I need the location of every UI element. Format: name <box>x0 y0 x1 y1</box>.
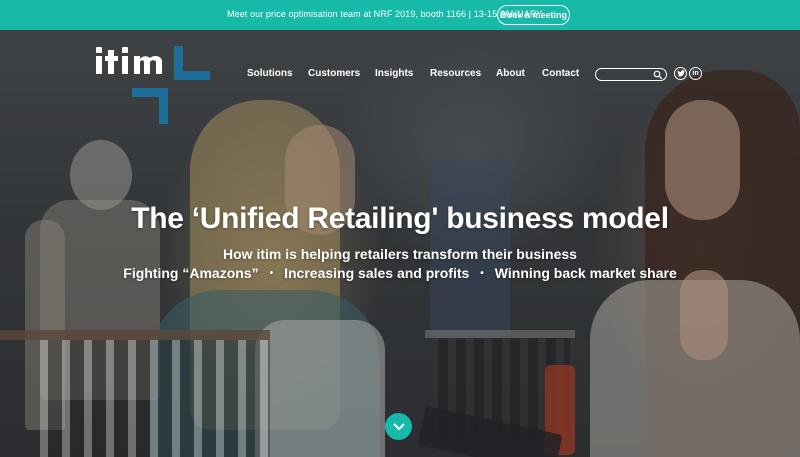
search-icon[interactable] <box>653 70 663 80</box>
announcement-bar: Meet our price optimisation team at NRF … <box>0 0 800 30</box>
hero-subheadline: How itim is helping retailers transform … <box>223 246 577 262</box>
hero-headline: The ‘Unified Retailing' business model <box>131 202 669 235</box>
book-meeting-button[interactable]: Book a meeting <box>497 5 570 25</box>
nav-item-customers[interactable]: Customers <box>308 68 360 79</box>
twitter-icon[interactable] <box>674 67 687 80</box>
hero-points: Fighting “Amazons” • Increasing sales an… <box>0 265 800 281</box>
twitter-bird-icon <box>676 70 685 77</box>
nav-item-about[interactable]: About <box>496 68 525 79</box>
nav-item-insights[interactable]: Insights <box>375 68 413 79</box>
logo-mark-icon <box>96 46 210 124</box>
chevron-down-icon <box>393 423 404 430</box>
nav-item-contact[interactable]: Contact <box>542 68 579 79</box>
itim-logo[interactable] <box>94 44 214 126</box>
scroll-down-button[interactable] <box>385 413 412 440</box>
bullet-separator: • <box>480 267 484 279</box>
search-input[interactable] <box>601 70 653 80</box>
hero-point: Increasing sales and profits <box>284 265 470 281</box>
linkedin-icon[interactable]: in <box>689 67 702 80</box>
nav-item-resources[interactable]: Resources <box>430 68 481 79</box>
bullet-separator: • <box>269 267 274 279</box>
linkedin-glyph: in <box>692 70 699 77</box>
search-box <box>595 68 667 81</box>
nav-item-solutions[interactable]: Solutions <box>247 68 293 79</box>
hero-point: Winning back market share <box>494 265 677 281</box>
hero-point: Fighting “Amazons” <box>123 265 259 281</box>
announcement-text: Meet our price optimisation team at NRF … <box>227 9 543 19</box>
